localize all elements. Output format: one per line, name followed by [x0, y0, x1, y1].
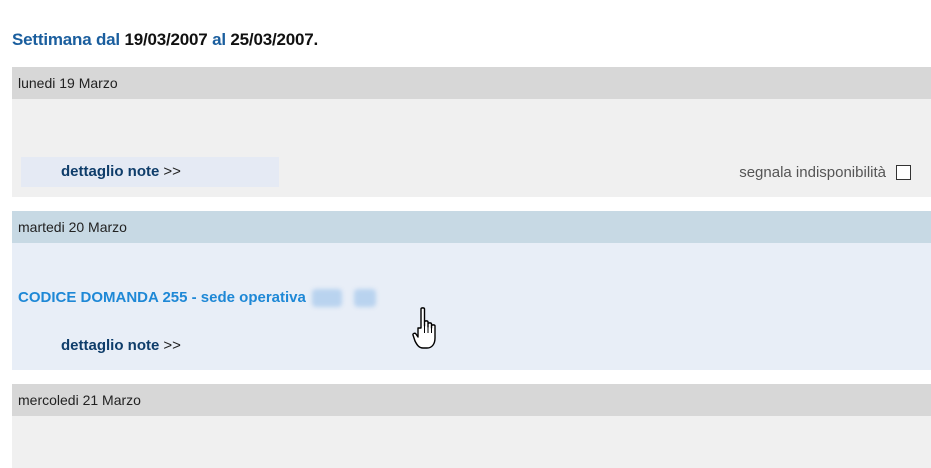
day-header-tuesday: martedi 20 Marzo — [12, 211, 931, 243]
hand-pointer-icon — [412, 307, 436, 349]
week-title-connector: al — [212, 30, 226, 49]
detail-notes-arrows: >> — [163, 163, 181, 180]
day-body-wednesday — [12, 416, 931, 468]
redacted-text — [311, 289, 342, 308]
detail-notes-label: dettaglio note — [61, 163, 160, 180]
appointment-link[interactable]: CODICE DOMANDA 255 - sede operativa — [18, 289, 376, 308]
weekly-calendar-page: Settimana dal 19/03/2007 al 25/03/2007. … — [0, 0, 931, 468]
redacted-text — [353, 289, 376, 308]
week-title: Settimana dal 19/03/2007 al 25/03/2007. — [12, 30, 318, 50]
day-header-monday: lunedi 19 Marzo — [12, 67, 931, 99]
detail-notes-label: dettaglio note — [61, 337, 160, 354]
detail-notes-arrows: >> — [163, 337, 181, 354]
appointment-link-text: CODICE DOMANDA 255 - sede operativa — [18, 289, 306, 306]
week-title-prefix: Settimana dal — [12, 30, 120, 49]
unavailability-checkbox[interactable] — [896, 165, 911, 180]
unavailability-label: segnala indisponibilità — [739, 164, 886, 181]
unavailability-control: segnala indisponibilità — [739, 164, 911, 181]
detail-notes-button-monday[interactable]: dettaglio note >> — [21, 157, 279, 187]
detail-notes-button-tuesday[interactable]: dettaglio note >> — [21, 331, 279, 361]
week-end-date: 25/03/2007. — [230, 30, 319, 49]
day-header-wednesday: mercoledi 21 Marzo — [12, 384, 931, 416]
week-start-date: 19/03/2007 — [124, 30, 208, 49]
